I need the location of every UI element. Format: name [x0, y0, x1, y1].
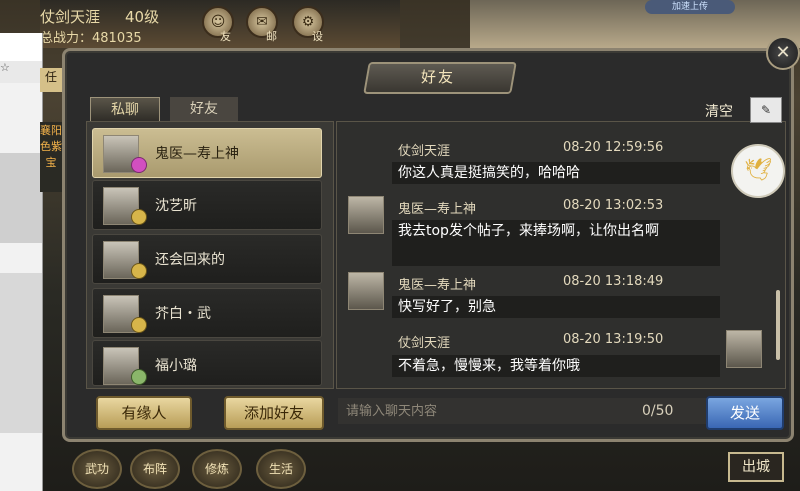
- side-tab[interactable]: 任: [40, 68, 62, 92]
- friend-item-0[interactable]: 鬼医—寿上神: [92, 128, 322, 178]
- tab-private-chat[interactable]: 私聊: [90, 97, 160, 122]
- browser-titlebar: [0, 33, 42, 61]
- friend-name: 芥白・武: [155, 306, 211, 322]
- browser-content: [0, 153, 42, 243]
- avatar: [348, 196, 384, 234]
- message-text: 快写好了，别急: [398, 299, 496, 315]
- message-sender: 仗剑天涯: [398, 336, 451, 351]
- message-time: 08-20 13:02:53: [563, 198, 664, 213]
- close-icon[interactable]: ✕: [766, 36, 800, 70]
- player-level: 40级: [125, 8, 160, 26]
- tab-friends[interactable]: 好友: [170, 97, 238, 121]
- status-badge-icon: [131, 263, 147, 279]
- friend-item-4[interactable]: 福小璐: [92, 340, 322, 386]
- status-badge-icon: [131, 369, 147, 385]
- nav-martial-arts[interactable]: 武功: [72, 449, 122, 489]
- message-time: 08-20 12:59:56: [563, 140, 664, 155]
- send-button[interactable]: 发送: [706, 396, 784, 430]
- settings-hud-label: 设: [312, 30, 323, 43]
- friend-name: 鬼医—寿上神: [155, 146, 239, 162]
- message-bubble: 你这人真是挺搞笑的，哈哈哈: [392, 162, 720, 184]
- friend-item-3[interactable]: 芥白・武: [92, 288, 322, 338]
- status-badge-icon: [131, 157, 147, 173]
- friend-name: 福小璐: [155, 358, 197, 374]
- upload-pill[interactable]: 加速上传: [645, 0, 735, 14]
- message-bubble: 我去top发个帖子，来捧场啊，让你出名啊: [392, 220, 720, 266]
- star-icon[interactable]: ☆: [0, 61, 42, 83]
- nav-training[interactable]: 修炼: [192, 449, 242, 489]
- exit-city-button[interactable]: 出城: [728, 452, 784, 482]
- nav-formation[interactable]: 布阵: [130, 449, 180, 489]
- status-badge-icon: [131, 209, 147, 225]
- mail-hud-label: 邮: [266, 30, 277, 43]
- char-counter: 0/50: [642, 403, 674, 419]
- message-bubble: 快写好了，别急: [392, 296, 720, 318]
- message-sender: 仗剑天涯: [398, 144, 451, 159]
- add-friend-button[interactable]: 添加好友: [224, 396, 324, 430]
- avatar: [726, 330, 762, 368]
- friend-item-1[interactable]: 沈艺昕: [92, 180, 322, 230]
- message-sender: 鬼医—寿上神: [398, 202, 477, 217]
- message-bubble: 不着急，慢慢来，我等着你哦: [392, 355, 720, 377]
- eraser-icon[interactable]: ✎: [750, 97, 782, 123]
- message-text: 我去top发个帖子，来捧场啊，让你出名啊: [398, 223, 659, 239]
- fate-button[interactable]: 有缘人: [96, 396, 192, 430]
- side-task-panel: 襄阳色紫宝: [40, 122, 62, 192]
- message-sender: 鬼医—寿上神: [398, 278, 477, 293]
- friend-name: 沈艺昕: [155, 198, 197, 214]
- background-roof-right: [470, 0, 800, 48]
- message-text: 你这人真是挺搞笑的，哈哈哈: [398, 165, 580, 181]
- player-name: 仗剑天涯: [40, 8, 101, 26]
- message-time: 08-20 13:19:50: [563, 332, 664, 347]
- friend-item-2[interactable]: 还会回来的: [92, 234, 322, 284]
- browser-content-lower: [0, 273, 42, 433]
- browser-window-fragment: ☆: [0, 33, 43, 491]
- message-text: 不着急，慢慢来，我等着你哦: [398, 358, 580, 374]
- chat-scrollbar[interactable]: [776, 290, 780, 360]
- nav-life[interactable]: 生活: [256, 449, 306, 489]
- friend-name: 还会回来的: [155, 252, 225, 268]
- message-time: 08-20 13:18:49: [563, 274, 664, 289]
- clear-label: 清空: [705, 104, 733, 120]
- bird-icon[interactable]: 🕊: [731, 144, 785, 198]
- dialog-title: 好友: [420, 68, 455, 86]
- avatar: [348, 272, 384, 310]
- friends-hud-label: 友: [220, 30, 231, 43]
- status-badge-icon: [131, 317, 147, 333]
- player-power: 总战力：481035: [40, 31, 142, 46]
